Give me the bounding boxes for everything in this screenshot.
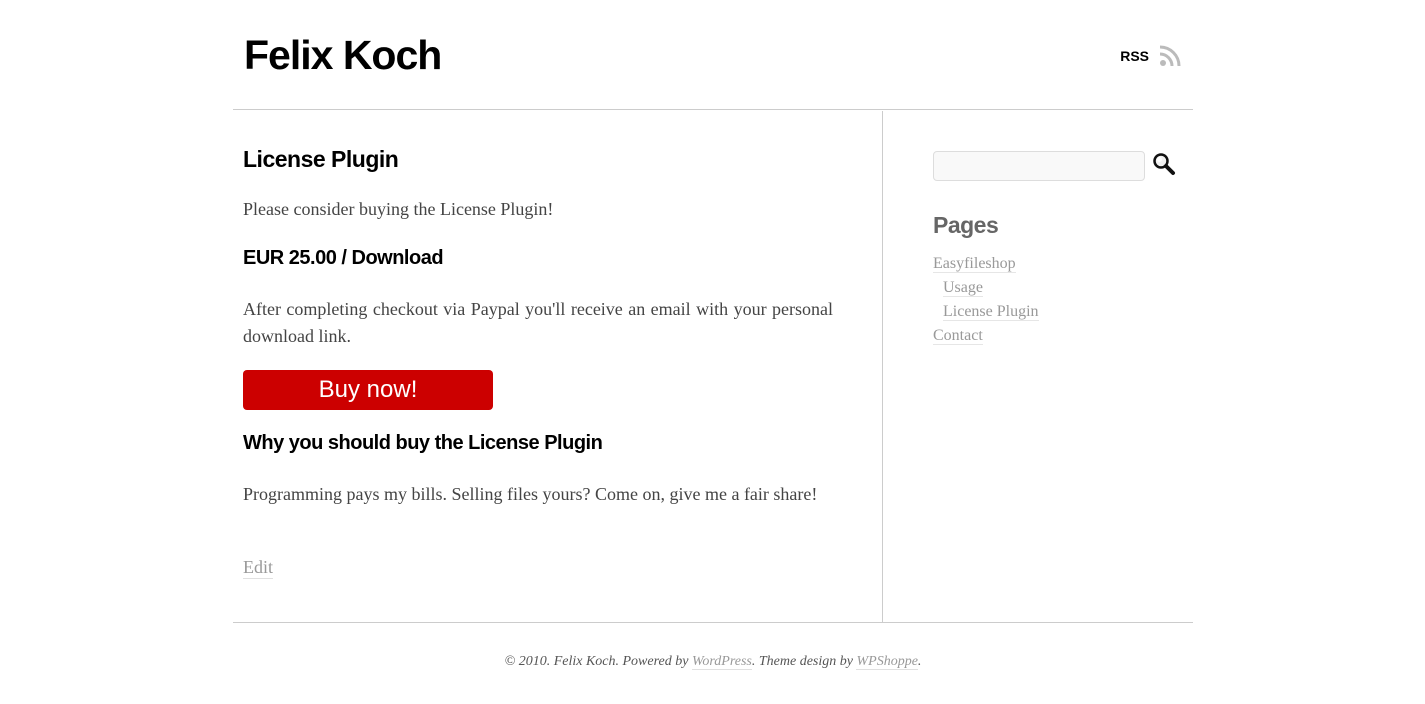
page-item-contact: Contact	[933, 324, 1039, 348]
page-link-easyfileshop[interactable]: Easyfileshop	[933, 255, 1016, 273]
wpshoppe-link[interactable]: WPShoppe	[856, 654, 918, 670]
main-content: License Plugin Please consider buying th…	[233, 111, 883, 622]
why-heading: Why you should buy the License Plugin	[243, 432, 603, 454]
price-heading: EUR 25.00 / Download	[243, 247, 444, 269]
page-link-contact[interactable]: Contact	[933, 327, 983, 345]
wordpress-link[interactable]: WordPress	[691, 654, 752, 670]
page-link-usage[interactable]: Usage	[943, 279, 983, 297]
page-item-easyfileshop: Easyfileshop	[933, 252, 1039, 276]
site-header: Felix Koch RSS	[233, 0, 1193, 110]
sidebar: Pages Easyfileshop Usage License Plugin …	[933, 111, 1193, 622]
edit-link[interactable]: Edit	[243, 556, 273, 579]
post-title: License Plugin	[243, 146, 399, 172]
pages-list: Easyfileshop Usage License Plugin Contac…	[933, 252, 1039, 348]
buy-now-button[interactable]: Buy now!	[243, 370, 493, 410]
page-item-license-plugin: License Plugin	[933, 300, 1039, 324]
page-item-usage: Usage	[933, 276, 1039, 300]
footer-credits: © 2010. Felix Koch. Powered by WordPress…	[233, 654, 1193, 670]
rss-icon	[1159, 45, 1181, 67]
site-title[interactable]: Felix Koch	[244, 32, 442, 79]
footer-middle: . Theme design by	[751, 654, 857, 669]
rss-link[interactable]: RSS	[1120, 45, 1181, 67]
search-input[interactable]	[933, 151, 1145, 181]
page-link-license-plugin[interactable]: License Plugin	[943, 303, 1039, 321]
site-footer: © 2010. Felix Koch. Powered by WordPress…	[233, 622, 1193, 704]
why-text: Programming pays my bills. Selling files…	[243, 484, 818, 504]
footer-prefix: © 2010. Felix Koch. Powered by	[504, 654, 692, 669]
rss-label: RSS	[1120, 48, 1149, 64]
footer-suffix: .	[917, 654, 922, 669]
checkout-text: After completing checkout via Paypal you…	[243, 299, 833, 346]
pages-widget-title: Pages	[933, 212, 999, 238]
post-intro: Please consider buying the License Plugi…	[243, 199, 554, 219]
search-icon[interactable]	[1151, 151, 1177, 177]
